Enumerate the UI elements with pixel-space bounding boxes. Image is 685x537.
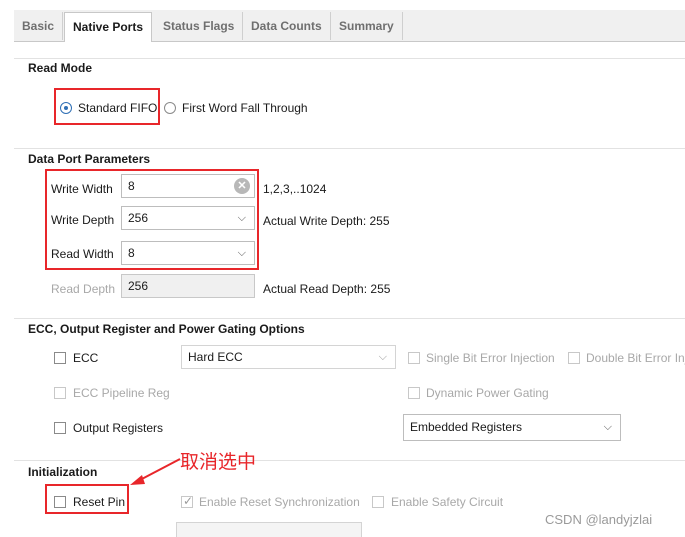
- actual-read-depth: Actual Read Depth: 255: [263, 282, 391, 296]
- single-bit-error-label: Single Bit Error Injection: [426, 351, 555, 365]
- read-depth-label: Read Depth: [51, 282, 116, 296]
- tab-basic[interactable]: Basic: [14, 12, 64, 40]
- highlight-box-reset-pin: [45, 484, 129, 514]
- tab-status-flags[interactable]: Status Flags: [155, 12, 244, 40]
- output-registers-checkbox[interactable]: [54, 422, 66, 434]
- annotation-text: 取消选中: [180, 451, 257, 473]
- tab-summary[interactable]: Summary: [331, 12, 403, 40]
- ecc-pipeline-reg-label: ECC Pipeline Reg: [73, 386, 170, 400]
- output-registers-value: Embedded Registers: [410, 420, 523, 434]
- watermark: CSDN @landyjzlai: [545, 512, 653, 527]
- dynamic-power-gating-checkbox[interactable]: [408, 387, 420, 399]
- ecc-label: ECC: [73, 351, 99, 365]
- actual-write-depth: Actual Write Depth: 255: [263, 214, 390, 228]
- radio-first-word-fall-through-label[interactable]: First Word Fall Through: [182, 101, 308, 115]
- annotation-arrow-icon: [130, 458, 181, 485]
- section-data-port-title: Data Port Parameters: [28, 152, 151, 166]
- section-initialization-title: Initialization: [28, 465, 98, 479]
- tab-bar: Basic Native Ports Status Flags Data Cou…: [0, 0, 685, 50]
- divider: [14, 148, 685, 149]
- ecc-pipeline-reg-checkbox[interactable]: [54, 387, 66, 399]
- divider: [14, 58, 685, 59]
- dynamic-power-gating-label: Dynamic Power Gating: [426, 386, 549, 400]
- tab-native-ports[interactable]: Native Ports: [64, 12, 153, 42]
- tab-data-counts[interactable]: Data Counts: [243, 12, 331, 40]
- double-bit-error-label: Double Bit Error Inj: [586, 351, 685, 365]
- partial-dropdown[interactable]: [176, 522, 362, 537]
- output-registers-select[interactable]: Embedded Registers ⌵: [403, 414, 621, 441]
- enable-reset-sync-checkbox[interactable]: [181, 494, 193, 508]
- double-bit-error-checkbox[interactable]: [568, 352, 580, 364]
- enable-safety-circuit-checkbox[interactable]: [372, 496, 384, 508]
- section-read-mode-title: Read Mode: [28, 61, 93, 75]
- section-ecc-title: ECC, Output Register and Power Gating Op…: [28, 322, 305, 336]
- ecc-type-select[interactable]: Hard ECC ⌵: [181, 345, 396, 369]
- ecc-checkbox[interactable]: [54, 352, 66, 364]
- highlight-box-data-port: [45, 169, 259, 270]
- divider: [14, 318, 685, 319]
- highlight-box-read-mode: [54, 88, 160, 125]
- single-bit-error-checkbox[interactable]: [408, 352, 420, 364]
- output-registers-label: Output Registers: [73, 421, 164, 435]
- read-depth-field: 256: [121, 274, 255, 298]
- chevron-down-icon: ⌵: [603, 421, 612, 433]
- ecc-type-value: Hard ECC: [188, 350, 243, 364]
- enable-reset-sync-label: Enable Reset Synchronization: [199, 495, 360, 509]
- chevron-down-icon: ⌵: [378, 351, 387, 363]
- radio-first-word-fall-through[interactable]: [164, 102, 176, 114]
- enable-safety-circuit-label: Enable Safety Circuit: [391, 495, 504, 509]
- divider: [14, 460, 685, 461]
- write-width-range: 1,2,3,..1024: [263, 182, 327, 196]
